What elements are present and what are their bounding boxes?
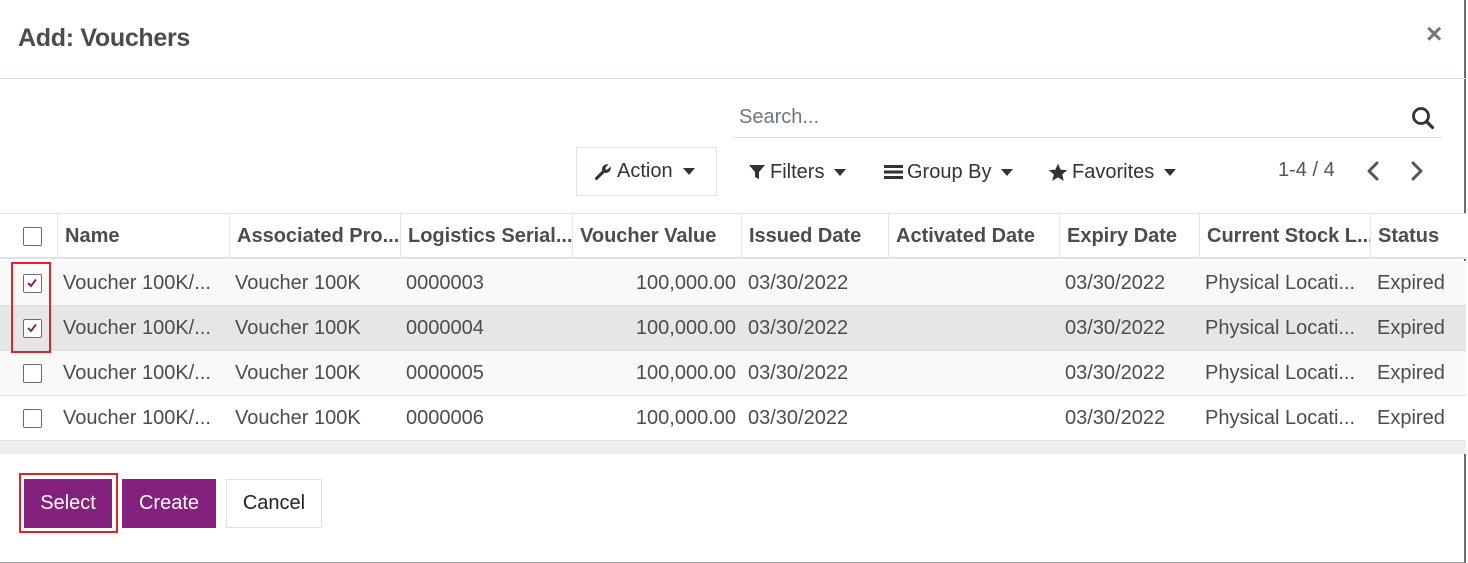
row-checkbox[interactable]	[23, 274, 42, 293]
chevron-left-icon[interactable]	[1362, 158, 1384, 184]
select-all-checkbox[interactable]	[23, 227, 42, 246]
cell-product: Voucher 100K	[235, 271, 361, 294]
table-row[interactable]: Voucher 100K/... Voucher 100K 0000003 10…	[0, 261, 1466, 306]
cell-serial: 0000003	[406, 271, 484, 294]
column-header-location[interactable]: Current Stock L...	[1199, 214, 1371, 258]
cell-name: Voucher 100K/...	[63, 316, 211, 339]
cell-serial: 0000006	[406, 406, 484, 429]
wrench-icon	[593, 162, 613, 182]
cell-activated-date	[895, 396, 1055, 440]
close-icon[interactable]: ×	[1426, 20, 1442, 48]
row-checkbox[interactable]	[23, 409, 42, 428]
search-input[interactable]	[739, 104, 1379, 130]
column-header-value[interactable]: Voucher Value	[572, 214, 742, 258]
cell-activated-date	[895, 306, 1055, 350]
column-header-issued-date[interactable]: Issued Date	[741, 214, 889, 258]
cell-name: Voucher 100K/...	[63, 406, 211, 429]
column-header-status[interactable]: Status	[1370, 214, 1466, 258]
star-icon	[1048, 163, 1068, 182]
column-header-activated-date[interactable]: Activated Date	[888, 214, 1060, 258]
cell-value: 100,000.00	[635, 316, 736, 339]
cell-issued-date: 03/30/2022	[748, 406, 849, 429]
action-label: Action	[617, 160, 673, 182]
cell-expiry-date: 03/30/2022	[1065, 271, 1166, 294]
cell-location: Physical Locati...	[1205, 316, 1356, 339]
cell-status: Expired	[1377, 361, 1445, 384]
check-icon	[27, 278, 37, 288]
column-header-expiry-date[interactable]: Expiry Date	[1059, 214, 1200, 258]
bars-icon	[884, 163, 903, 181]
cell-status: Expired	[1377, 316, 1445, 339]
cell-location: Physical Locati...	[1205, 271, 1356, 294]
cell-product: Voucher 100K	[235, 406, 361, 429]
row-checkbox[interactable]	[23, 364, 42, 383]
cell-product: Voucher 100K	[235, 361, 361, 384]
cancel-button[interactable]: Cancel	[226, 479, 322, 528]
cell-issued-date: 03/30/2022	[748, 316, 849, 339]
cell-name: Voucher 100K/...	[63, 361, 211, 384]
cell-serial: 0000004	[406, 316, 484, 339]
cell-activated-date	[895, 261, 1055, 305]
groupby-button[interactable]: Group By	[884, 158, 1014, 186]
cell-name: Voucher 100K/...	[63, 271, 211, 294]
caret-down-icon	[1001, 168, 1014, 176]
table-row[interactable]: Voucher 100K/... Voucher 100K 0000005 10…	[0, 351, 1466, 396]
search-icon[interactable]	[1411, 106, 1435, 130]
table-row[interactable]: Voucher 100K/... Voucher 100K 0000006 10…	[0, 396, 1466, 441]
column-header-name[interactable]: Name	[57, 214, 230, 258]
filters-label: Filters	[770, 160, 825, 183]
dialog-header: Add: Vouchers ×	[0, 0, 1466, 79]
search-bar	[733, 96, 1442, 138]
cell-expiry-date: 03/30/2022	[1065, 406, 1166, 429]
table-footer-strip	[0, 440, 1466, 454]
table-row[interactable]: Voucher 100K/... Voucher 100K 0000004 10…	[0, 306, 1466, 351]
row-checkbox[interactable]	[23, 319, 42, 338]
favorites-button[interactable]: Favorites	[1048, 158, 1177, 186]
check-icon	[27, 323, 37, 333]
cell-value: 100,000.00	[635, 406, 736, 429]
pager-value[interactable]: 1-4 / 4	[1278, 159, 1335, 182]
select-button[interactable]: Select	[24, 479, 112, 528]
dialog-title: Add: Vouchers	[18, 24, 191, 52]
action-button[interactable]: Action	[576, 147, 717, 196]
chevron-right-icon[interactable]	[1406, 158, 1428, 184]
cell-location: Physical Locati...	[1205, 406, 1356, 429]
cell-activated-date	[895, 351, 1055, 395]
cell-status: Expired	[1377, 406, 1445, 429]
caret-down-icon	[1164, 168, 1177, 176]
create-button[interactable]: Create	[122, 479, 216, 528]
add-vouchers-dialog: Add: Vouchers × Action Filters Group By	[0, 0, 1466, 563]
cell-issued-date: 03/30/2022	[748, 271, 849, 294]
cell-serial: 0000005	[406, 361, 484, 384]
cell-issued-date: 03/30/2022	[748, 361, 849, 384]
cell-expiry-date: 03/30/2022	[1065, 316, 1166, 339]
caret-down-icon	[682, 168, 695, 175]
filter-icon	[748, 163, 766, 181]
caret-down-icon	[834, 168, 847, 176]
cell-value: 100,000.00	[635, 361, 736, 384]
cell-value: 100,000.00	[635, 271, 736, 294]
cell-product: Voucher 100K	[235, 316, 361, 339]
table-header: Name Associated Pro... Logistics Serial.…	[0, 213, 1466, 259]
column-header-product[interactable]: Associated Pro...	[229, 214, 401, 258]
filters-button[interactable]: Filters	[748, 158, 847, 186]
cell-expiry-date: 03/30/2022	[1065, 361, 1166, 384]
column-header-serial[interactable]: Logistics Serial...	[400, 214, 573, 258]
cell-location: Physical Locati...	[1205, 361, 1356, 384]
favorites-label: Favorites	[1072, 160, 1155, 183]
cell-status: Expired	[1377, 271, 1445, 294]
groupby-label: Group By	[907, 160, 992, 183]
